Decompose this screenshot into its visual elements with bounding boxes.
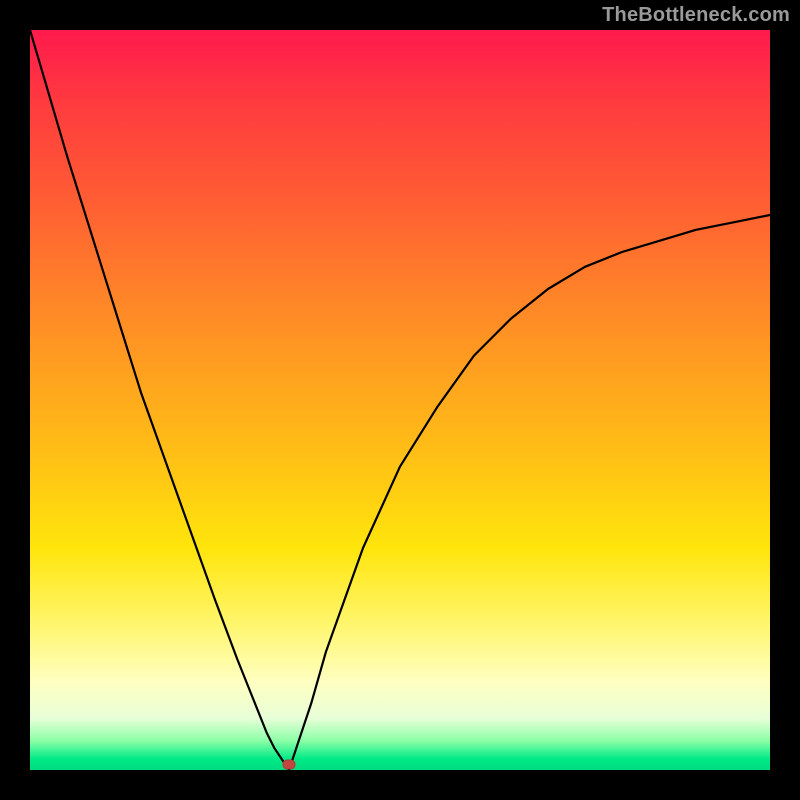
- curve-svg: [30, 30, 770, 770]
- bottleneck-curve: [30, 30, 770, 770]
- chart-frame: TheBottleneck.com: [0, 0, 800, 800]
- optimal-point-marker: [283, 760, 295, 769]
- watermark-text: TheBottleneck.com: [602, 4, 790, 27]
- plot-area: [30, 30, 770, 770]
